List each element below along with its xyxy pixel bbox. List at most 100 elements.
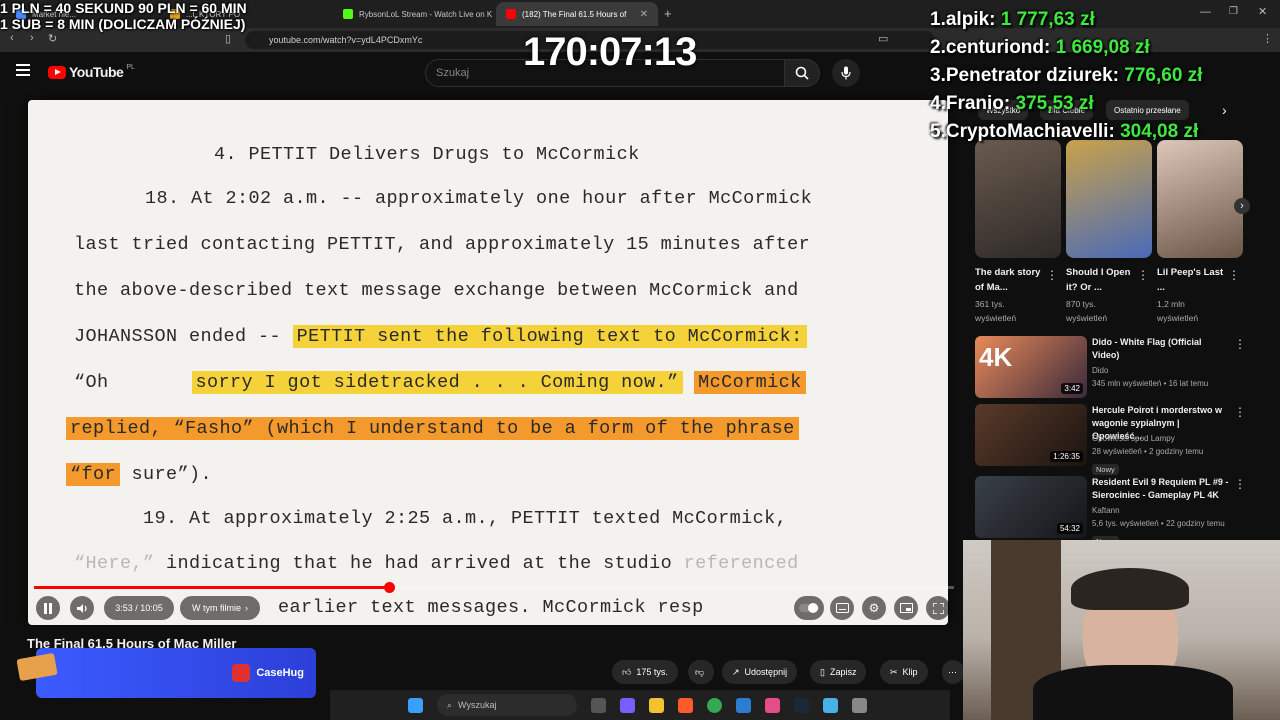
share-button[interactable]: ↗ Udostępnij <box>722 660 798 684</box>
dislike-button[interactable]: 👎︎ <box>688 660 714 684</box>
opera-icon[interactable] <box>765 697 780 713</box>
save-button[interactable]: ▯ Zapisz <box>810 660 867 684</box>
forward-icon[interactable]: › <box>30 32 34 44</box>
related-video-channel[interactable]: Dido <box>1092 364 1232 377</box>
clip-button[interactable]: ✂ Klip <box>880 660 928 684</box>
doc-line: last tried contacting PETTIT, and approx… <box>74 234 811 255</box>
short-thumbnail[interactable] <box>1157 140 1243 258</box>
bookmark-icon[interactable]: ▯ <box>225 32 231 45</box>
like-button[interactable]: 👍︎ 175 tys. <box>612 660 678 684</box>
fullscreen-button[interactable] <box>926 596 950 620</box>
related-video-meta: 5,6 tys. wyświetleń • 22 godziny temu <box>1092 519 1225 528</box>
short-meta: 361 tys. wyświetleń <box>975 297 1047 325</box>
file-explorer-icon[interactable] <box>649 697 664 713</box>
browser-menu-icon[interactable]: ⋮ <box>1262 32 1273 45</box>
kick-favicon-icon <box>343 9 353 19</box>
youtube-logo[interactable]: YouTube PL <box>48 64 135 80</box>
search-button[interactable] <box>784 59 820 87</box>
windows-start-icon[interactable] <box>408 697 423 713</box>
more-icon[interactable]: ⋮ <box>1234 337 1246 351</box>
settings-button[interactable]: ⚙ <box>862 596 886 620</box>
video-player[interactable]: 4. PETTIT Delivers Drugs to McCormick 18… <box>0 94 965 627</box>
donation-rule: 1 PLN = 40 SEKUND 90 PLN = 60 MIN <box>0 0 247 16</box>
more-icon[interactable]: ⋮ <box>1137 268 1149 282</box>
menu-icon[interactable] <box>16 64 30 76</box>
leaderboard-row: 3.Penetrator dziurek: 776,60 zł <box>930 62 1202 90</box>
short-views: 870 tys. <box>1066 299 1096 309</box>
cast-icon[interactable]: ▭ <box>878 32 888 45</box>
related-video-channel[interactable]: Opowieści spod Lampy <box>1092 432 1232 445</box>
leaderboard-amount: 1 777,63 zł <box>1000 9 1095 30</box>
casehug-banner[interactable]: CaseHug <box>36 648 316 698</box>
doc-line: 18. At 2:02 a.m. -- approximately one ho… <box>145 188 813 209</box>
court-document-frame: 4. PETTIT Delivers Drugs to McCormick 18… <box>28 100 948 625</box>
leaderboard-name: 1.alpik: <box>930 9 1001 30</box>
autoplay-toggle-icon <box>799 603 819 613</box>
taskbar-search[interactable]: ⌕ Wyszukaj <box>437 694 577 716</box>
fullscreen-icon <box>932 602 944 614</box>
leaderboard-amount: 1 669,08 zł <box>1055 37 1150 58</box>
share-label: Udostępnij <box>744 667 788 677</box>
short-thumbnail[interactable] <box>1066 140 1152 258</box>
related-video-title[interactable]: Resident Evil 9 Requiem PL #9 - Sierocin… <box>1092 476 1230 502</box>
back-icon[interactable]: ‹ <box>10 32 14 44</box>
store-icon[interactable] <box>736 697 751 713</box>
autoplay-toggle[interactable] <box>794 596 824 620</box>
chapter-label: W tym filmie <box>192 603 241 613</box>
voice-search-button[interactable] <box>832 59 860 87</box>
short-title[interactable]: Lil Peep's Last ... <box>1157 265 1229 295</box>
more-icon[interactable]: ⋮ <box>1046 268 1058 282</box>
miniplayer-button[interactable] <box>894 596 918 620</box>
close-tab-icon[interactable]: ✕ <box>640 9 648 20</box>
subathon-timer: 170:07:13 <box>523 30 697 74</box>
reload-icon[interactable]: ↻ <box>48 32 57 45</box>
tab-active-youtube[interactable]: (182) The Final 61.5 Hours of ✕ <box>496 2 658 26</box>
doc-highlight-orange: McCormick <box>694 371 806 394</box>
close-window-icon[interactable]: ✕ <box>1258 5 1267 18</box>
casehug-label: CaseHug <box>256 667 304 679</box>
notepad-icon[interactable] <box>823 697 838 713</box>
doc-text-faded: referenced <box>683 553 799 574</box>
video-duration: 3:42 <box>1061 383 1083 394</box>
chrome-icon[interactable] <box>707 697 722 713</box>
webcam-person-shirt <box>1033 665 1233 720</box>
search-icon <box>795 66 809 80</box>
leaderboard-amount: 304,08 zł <box>1120 121 1199 142</box>
subtitles-icon <box>835 603 849 613</box>
new-badge-label: Nowy <box>1092 464 1119 475</box>
doc-line: JOHANSSON ended -- PETTIT sent the follo… <box>74 325 807 348</box>
more-actions-button[interactable]: ⋯ <box>942 660 964 684</box>
chapter-button[interactable]: W tym filmie › <box>180 596 260 620</box>
short-title[interactable]: The dark story of Ma... <box>975 265 1047 295</box>
doc-line: replied, “Fasho” (which I understand to … <box>66 417 799 440</box>
task-view-icon[interactable] <box>591 697 606 713</box>
chevron-right-icon[interactable]: › <box>1234 198 1250 214</box>
chevron-right-icon[interactable]: › <box>1222 102 1227 118</box>
tab-3[interactable]: RybsonLoL Stream - Watch Live on K <box>333 2 493 26</box>
video-thumbnail[interactable]: 4K 3:42 <box>975 336 1087 398</box>
share-icon: ↗ <box>732 666 740 677</box>
new-tab-icon[interactable]: + <box>664 6 672 21</box>
gear-icon: ⚙ <box>868 601 880 615</box>
more-icon[interactable]: ⋮ <box>1234 477 1246 491</box>
more-icon[interactable]: ⋮ <box>1228 268 1240 282</box>
more-icon[interactable]: ⋮ <box>1234 405 1246 419</box>
video-thumbnail[interactable]: 54:32 <box>975 476 1087 538</box>
related-video-title[interactable]: Dido - White Flag (Official Video) <box>1092 336 1230 362</box>
subtitles-button[interactable] <box>830 596 854 620</box>
short-thumbnail[interactable] <box>975 140 1061 258</box>
video-duration: 1:26:35 <box>1050 451 1083 462</box>
volume-icon <box>77 603 87 613</box>
app-icon[interactable] <box>852 697 867 713</box>
video-thumbnail[interactable]: 1:26:35 <box>975 404 1087 466</box>
short-title[interactable]: Should I Open it? Or ... <box>1066 265 1138 295</box>
copilot-icon[interactable] <box>620 697 635 713</box>
volume-button[interactable] <box>70 596 94 620</box>
steam-icon[interactable] <box>794 697 809 713</box>
related-video-channel[interactable]: Kaftann <box>1092 504 1232 517</box>
maximize-icon[interactable]: ❐ <box>1229 6 1238 17</box>
doc-text: indicating that he had arrived at the st… <box>166 553 673 574</box>
doc-line: earlier text messages. McCormick resp <box>278 597 704 618</box>
brave-icon[interactable] <box>678 697 693 713</box>
pause-button[interactable] <box>36 596 60 620</box>
